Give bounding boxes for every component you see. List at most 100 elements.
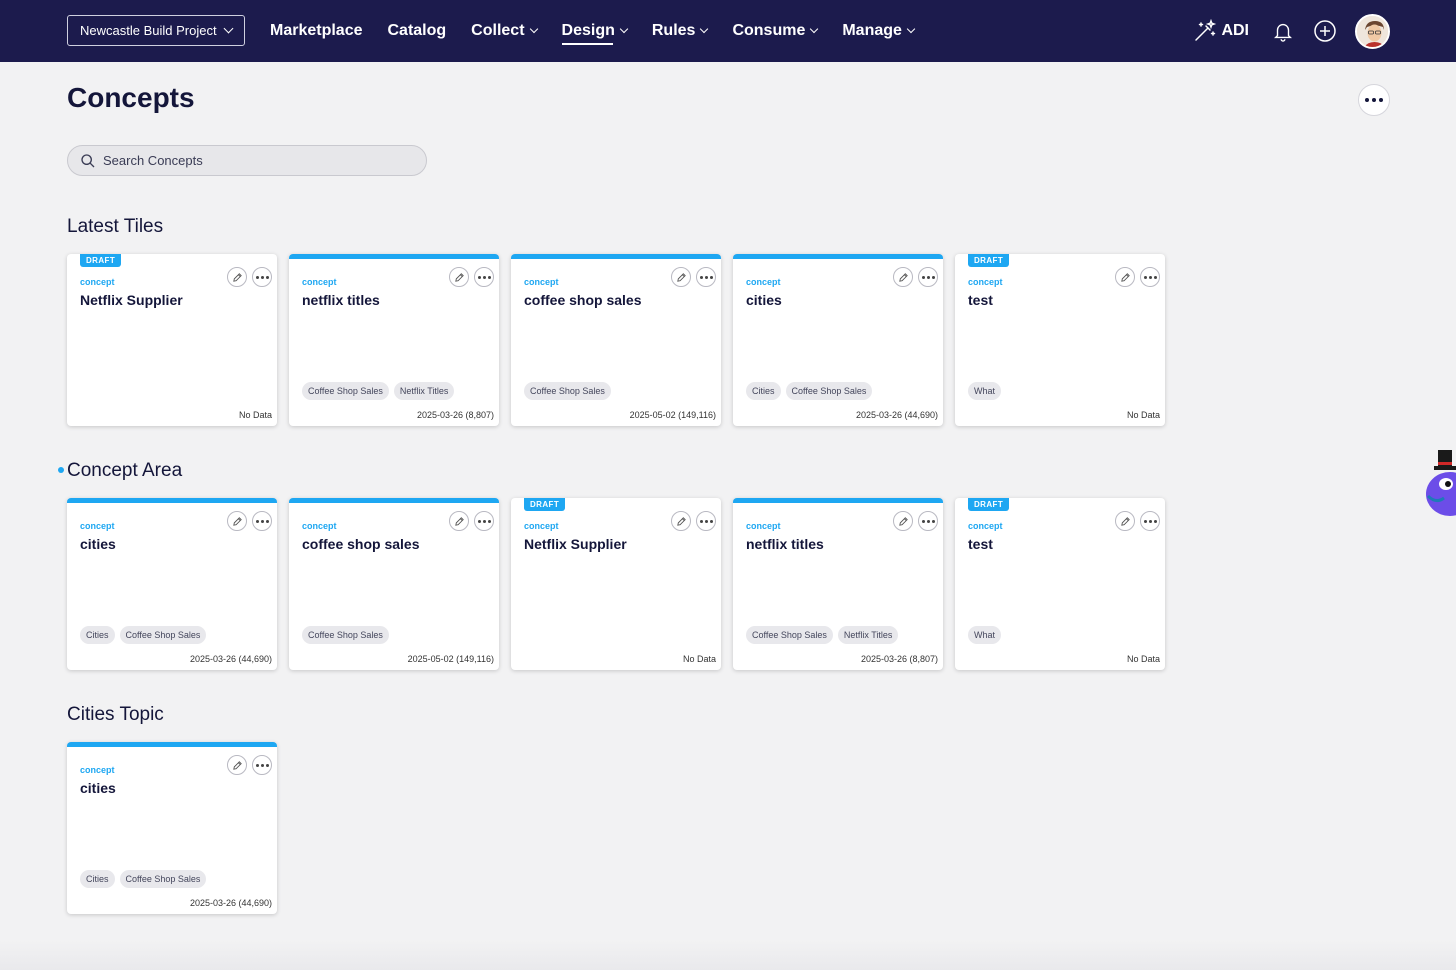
nav-collect[interactable]: Collect <box>471 0 538 62</box>
project-selector[interactable]: Newcastle Build Project <box>67 15 245 46</box>
draft-badge: DRAFT <box>80 254 122 267</box>
tile-more-button[interactable] <box>474 511 494 531</box>
tile-meta: 2025-03-26 (8,807) <box>416 410 494 420</box>
tile-name: test <box>968 536 993 552</box>
tag-chip[interactable]: Coffee Shop Sales <box>785 382 873 400</box>
adi-button[interactable]: ADI <box>1193 19 1249 43</box>
edit-button[interactable] <box>449 267 469 287</box>
tag-chip[interactable]: What <box>968 382 1002 400</box>
search-icon <box>81 153 95 167</box>
pencil-icon <box>454 516 464 526</box>
tile-meta: No Data <box>238 410 272 420</box>
tile-meta: 2025-03-26 (44,690) <box>855 410 938 420</box>
tag-chip[interactable]: Coffee Shop Sales <box>119 626 207 644</box>
section-title: Cities Topic <box>67 704 164 725</box>
tag-chip[interactable]: Netflix Titles <box>837 626 899 644</box>
tile-actions <box>227 511 272 531</box>
nav-marketplace[interactable]: Marketplace <box>270 0 363 62</box>
tile-actions <box>449 267 494 287</box>
tile-type: concept <box>302 277 337 287</box>
tile-row: DRAFT concept Netflix Supplier No Data conce… <box>67 254 1165 426</box>
tile-more-button[interactable] <box>696 267 716 287</box>
tile-tags: Cities Coffee Shop Sales <box>80 870 207 888</box>
project-selector-label: Newcastle Build Project <box>80 23 217 38</box>
tag-chip[interactable]: Cities <box>746 382 781 400</box>
draft-badge: DRAFT <box>524 498 566 511</box>
tile-more-button[interactable] <box>1140 511 1160 531</box>
tile-type: concept <box>80 277 115 287</box>
tile-name: netflix titles <box>746 536 824 552</box>
more-dots-icon <box>255 275 259 279</box>
tag-chip[interactable]: Coffee Shop Sales <box>302 382 389 400</box>
concept-tile[interactable]: concept coffee shop sales Coffee Shop Sale… <box>511 254 721 426</box>
edit-button[interactable] <box>449 511 469 531</box>
nav-design[interactable]: Design <box>561 0 629 62</box>
nav-manage[interactable]: Manage <box>842 0 916 62</box>
tag-chip[interactable]: Coffee Shop Sales <box>746 626 833 644</box>
tile-type: concept <box>80 521 115 531</box>
edit-button[interactable] <box>893 511 913 531</box>
edit-button[interactable] <box>893 267 913 287</box>
edit-button[interactable] <box>671 267 691 287</box>
chevron-down-icon <box>810 24 819 34</box>
nav-catalog[interactable]: Catalog <box>388 0 447 62</box>
concept-tile[interactable]: DRAFT concept Netflix Supplier No Data <box>67 254 277 426</box>
tile-meta: No Data <box>1126 410 1160 420</box>
page-more-button[interactable] <box>1358 84 1390 116</box>
nav-rules[interactable]: Rules <box>652 0 709 62</box>
tile-more-button[interactable] <box>252 267 272 287</box>
concept-tile[interactable]: concept netflix titles Coffee Shop Sales Ne… <box>733 498 943 670</box>
tile-more-button[interactable] <box>918 267 938 287</box>
nav-consume[interactable]: Consume <box>732 0 819 62</box>
tile-actions <box>227 267 272 287</box>
chevron-down-icon <box>906 24 916 34</box>
edit-button[interactable] <box>671 511 691 531</box>
edit-button[interactable] <box>227 511 247 531</box>
pencil-icon <box>232 272 242 282</box>
tile-type: concept <box>968 521 1003 531</box>
tag-chip[interactable]: Coffee Shop Sales <box>524 382 611 400</box>
tag-chip[interactable]: Cities <box>80 870 115 888</box>
tile-more-button[interactable] <box>252 755 272 775</box>
tile-more-button[interactable] <box>474 267 494 287</box>
more-dots-icon <box>477 519 481 523</box>
more-dots-icon <box>477 275 481 279</box>
plus-circle-icon <box>1314 20 1336 42</box>
tile-more-button[interactable] <box>696 511 716 531</box>
tile-meta: 2025-03-26 (8,807) <box>860 654 938 664</box>
tile-type: concept <box>524 277 559 287</box>
pencil-icon <box>1120 516 1130 526</box>
tile-more-button[interactable] <box>252 511 272 531</box>
edit-button[interactable] <box>227 755 247 775</box>
concept-tile[interactable]: concept netflix titles Coffee Shop Sales Ne… <box>289 254 499 426</box>
concept-tile[interactable]: concept cities Cities Coffee Shop Sales 2025… <box>733 254 943 426</box>
tile-more-button[interactable] <box>918 511 938 531</box>
tile-actions <box>893 267 938 287</box>
concept-tile[interactable]: concept cities Cities Coffee Shop Sales 2025… <box>67 742 277 914</box>
tag-chip[interactable]: Coffee Shop Sales <box>302 626 389 644</box>
tile-more-button[interactable] <box>1140 267 1160 287</box>
tile-actions <box>893 511 938 531</box>
tag-chip[interactable]: What <box>968 626 1002 644</box>
notifications-button[interactable] <box>1271 19 1295 43</box>
edit-button[interactable] <box>227 267 247 287</box>
concept-tile[interactable]: DRAFT concept test What No Data <box>955 498 1165 670</box>
nav-label: Consume <box>732 22 806 39</box>
edit-button[interactable] <box>1115 511 1135 531</box>
tile-name: test <box>968 292 993 308</box>
tile-tags: Cities Coffee Shop Sales <box>746 382 873 400</box>
tag-chip[interactable]: Cities <box>80 626 115 644</box>
edit-button[interactable] <box>1115 267 1135 287</box>
more-dots-icon <box>699 275 703 279</box>
add-button[interactable] <box>1313 19 1337 43</box>
tag-chip[interactable]: Netflix Titles <box>393 382 455 400</box>
search-input[interactable] <box>103 153 403 168</box>
concept-tile[interactable]: DRAFT concept test What No Data <box>955 254 1165 426</box>
tile-name: coffee shop sales <box>302 536 420 552</box>
tag-chip[interactable]: Coffee Shop Sales <box>119 870 207 888</box>
concept-tile[interactable]: DRAFT concept Netflix Supplier No Data <box>511 498 721 670</box>
user-avatar[interactable] <box>1355 13 1390 49</box>
concept-tile[interactable]: concept cities Cities Coffee Shop Sales 2025… <box>67 498 277 670</box>
concept-tile[interactable]: concept coffee shop sales Coffee Shop Sale… <box>289 498 499 670</box>
more-dots-icon <box>699 519 703 523</box>
